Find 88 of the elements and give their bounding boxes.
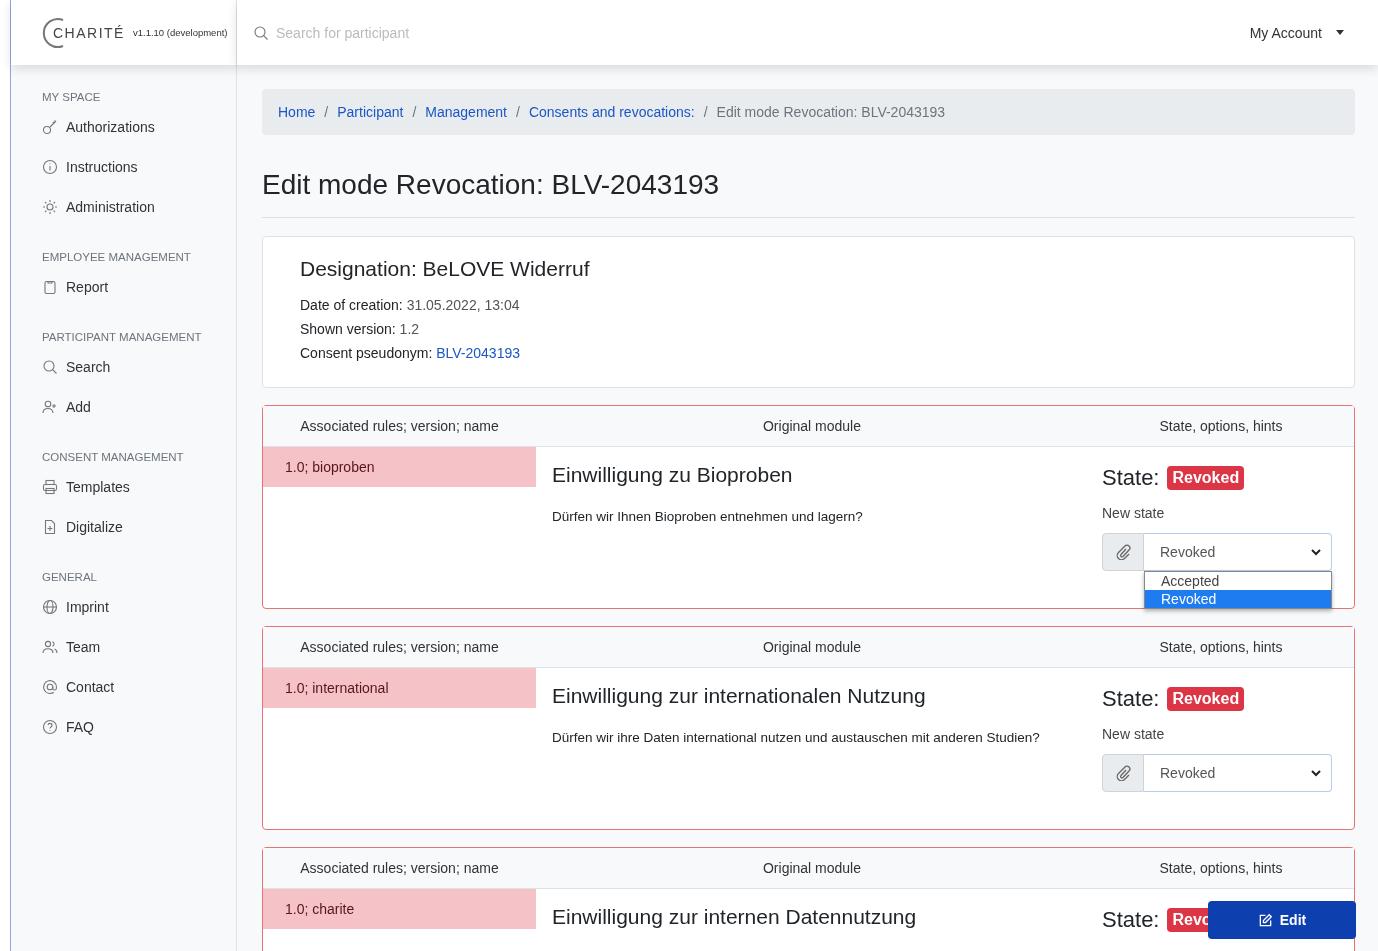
module-description: Dürfen wir ihre Daten international nutzen und austauschen mit anderen Studien? xyxy=(552,729,1041,747)
question-icon xyxy=(42,719,58,735)
rules-cell: 1.0; bioproben xyxy=(263,447,536,487)
key-icon xyxy=(42,119,58,135)
column-header: Associated rules; version; name xyxy=(263,848,536,889)
sidebar-item[interactable]: Digitalize xyxy=(42,507,236,547)
column-header: State, options, hints xyxy=(1088,848,1354,889)
file-plus-icon xyxy=(42,519,58,535)
state-label: State: xyxy=(1102,686,1160,712)
dropdown-option[interactable]: Accepted xyxy=(1145,572,1331,590)
sidebar-item[interactable]: Administration xyxy=(42,187,236,227)
attachment-button[interactable] xyxy=(1102,754,1144,792)
sidebar-item[interactable]: Team xyxy=(42,627,236,667)
field-value: 1.2 xyxy=(399,321,420,337)
module-title: Einwilligung zur internen Datennutzung xyxy=(552,905,918,929)
separator: / xyxy=(516,104,520,120)
edit-icon xyxy=(1257,912,1273,928)
search-icon xyxy=(42,359,58,375)
people-icon xyxy=(42,639,58,655)
new-state-label: New state xyxy=(1102,726,1166,742)
paperclip-icon xyxy=(1115,765,1131,781)
dropdown-option[interactable]: Revoked xyxy=(1145,590,1331,608)
state-label: State: xyxy=(1102,907,1160,933)
globe-icon xyxy=(42,599,58,615)
edit-button[interactable]: Edit xyxy=(1208,901,1356,939)
state-badge: Revoked xyxy=(1167,466,1245,490)
sidebar-item[interactable]: Authorizations xyxy=(42,107,236,147)
section-heading: CONSENT MANAGEMENT xyxy=(42,451,185,463)
column-header: Original module xyxy=(536,627,1088,668)
column-header: Original module xyxy=(536,848,1088,889)
logo: CHARITÉ xyxy=(41,15,125,50)
state-select[interactable]: Revoked xyxy=(1144,533,1332,571)
separator: / xyxy=(324,104,329,120)
field-value: 31.05.2022, 13:04 xyxy=(406,297,520,313)
sidebar-item[interactable]: Report xyxy=(42,267,236,307)
designation-title: Designation: BeLOVE Widerruf xyxy=(300,257,591,281)
column-header: Original module xyxy=(536,406,1088,447)
column-header: State, options, hints xyxy=(1088,406,1354,447)
person-add-icon xyxy=(42,399,58,415)
chevron-down-icon xyxy=(1311,769,1321,777)
sidebar-item[interactable]: Add xyxy=(42,387,236,427)
section-heading: PARTICIPANT MANAGEMENT xyxy=(42,331,203,343)
module-title: Einwilligung zur internationalen Nutzung xyxy=(552,684,927,708)
breadcrumb-current: Edit mode Revocation: BLV-2043193 xyxy=(716,104,946,120)
page-title: Edit mode Revocation: BLV-2043193 xyxy=(262,169,1355,218)
separator: / xyxy=(703,104,708,120)
column-header: Associated rules; version; name xyxy=(263,627,536,668)
clipboard-icon xyxy=(42,279,58,295)
pseudonym-link[interactable]: BLV-2043193 xyxy=(436,345,521,361)
separator: / xyxy=(412,104,417,120)
field-label: Shown version: xyxy=(300,321,396,337)
search-field[interactable]: Search for participant xyxy=(274,23,578,42)
breadcrumb-link[interactable]: Management xyxy=(425,104,507,120)
sun-icon xyxy=(42,199,58,215)
column-header: Associated rules; version; name xyxy=(263,406,536,447)
search-icon xyxy=(253,24,269,41)
column-header: State, options, hints xyxy=(1088,627,1354,668)
version-label: v1.1.10 (development) xyxy=(132,27,228,38)
caret-icon xyxy=(1336,30,1344,35)
printer-icon xyxy=(42,479,58,495)
section-heading: MY SPACE xyxy=(42,91,102,103)
section-heading: GENERAL xyxy=(42,571,98,583)
field-label: Date of creation: xyxy=(300,297,403,313)
rules-cell: 1.0; international xyxy=(263,668,536,708)
at-sign-icon xyxy=(42,679,58,695)
breadcrumb-link[interactable]: Participant xyxy=(337,104,404,120)
field-label: Consent pseudonym: xyxy=(300,345,433,361)
state-badge: Revoked xyxy=(1167,687,1245,711)
rules-cell: 1.0; charite xyxy=(263,889,536,929)
sidebar-item[interactable]: Imprint xyxy=(42,587,236,627)
new-state-label: New state xyxy=(1102,505,1166,521)
sidebar-item[interactable]: Search xyxy=(42,347,236,387)
sidebar-item[interactable]: FAQ xyxy=(42,707,236,747)
breadcrumb-link[interactable]: Consents and revocations: xyxy=(528,104,695,120)
state-select[interactable]: Revoked xyxy=(1144,754,1332,792)
module-title: Einwilligung zu Bioproben xyxy=(552,463,794,487)
sidebar-item[interactable]: Templates xyxy=(42,467,236,507)
chevron-down-icon xyxy=(1311,548,1321,556)
attachment-button[interactable] xyxy=(1102,533,1144,571)
state-label: State: xyxy=(1102,465,1160,491)
account-menu[interactable]: My Account xyxy=(1245,20,1348,45)
module-description: Dürfen wir Ihnen Bioproben entnehmen und lagern? xyxy=(552,508,864,526)
breadcrumb-link[interactable]: Home xyxy=(278,104,316,120)
info-icon xyxy=(42,159,58,175)
section-heading: EMPLOYEE MANAGEMENT xyxy=(42,251,192,263)
sidebar-item[interactable]: Instructions xyxy=(42,147,236,187)
sidebar-item[interactable]: Contact xyxy=(42,667,236,707)
paperclip-icon xyxy=(1115,544,1131,560)
